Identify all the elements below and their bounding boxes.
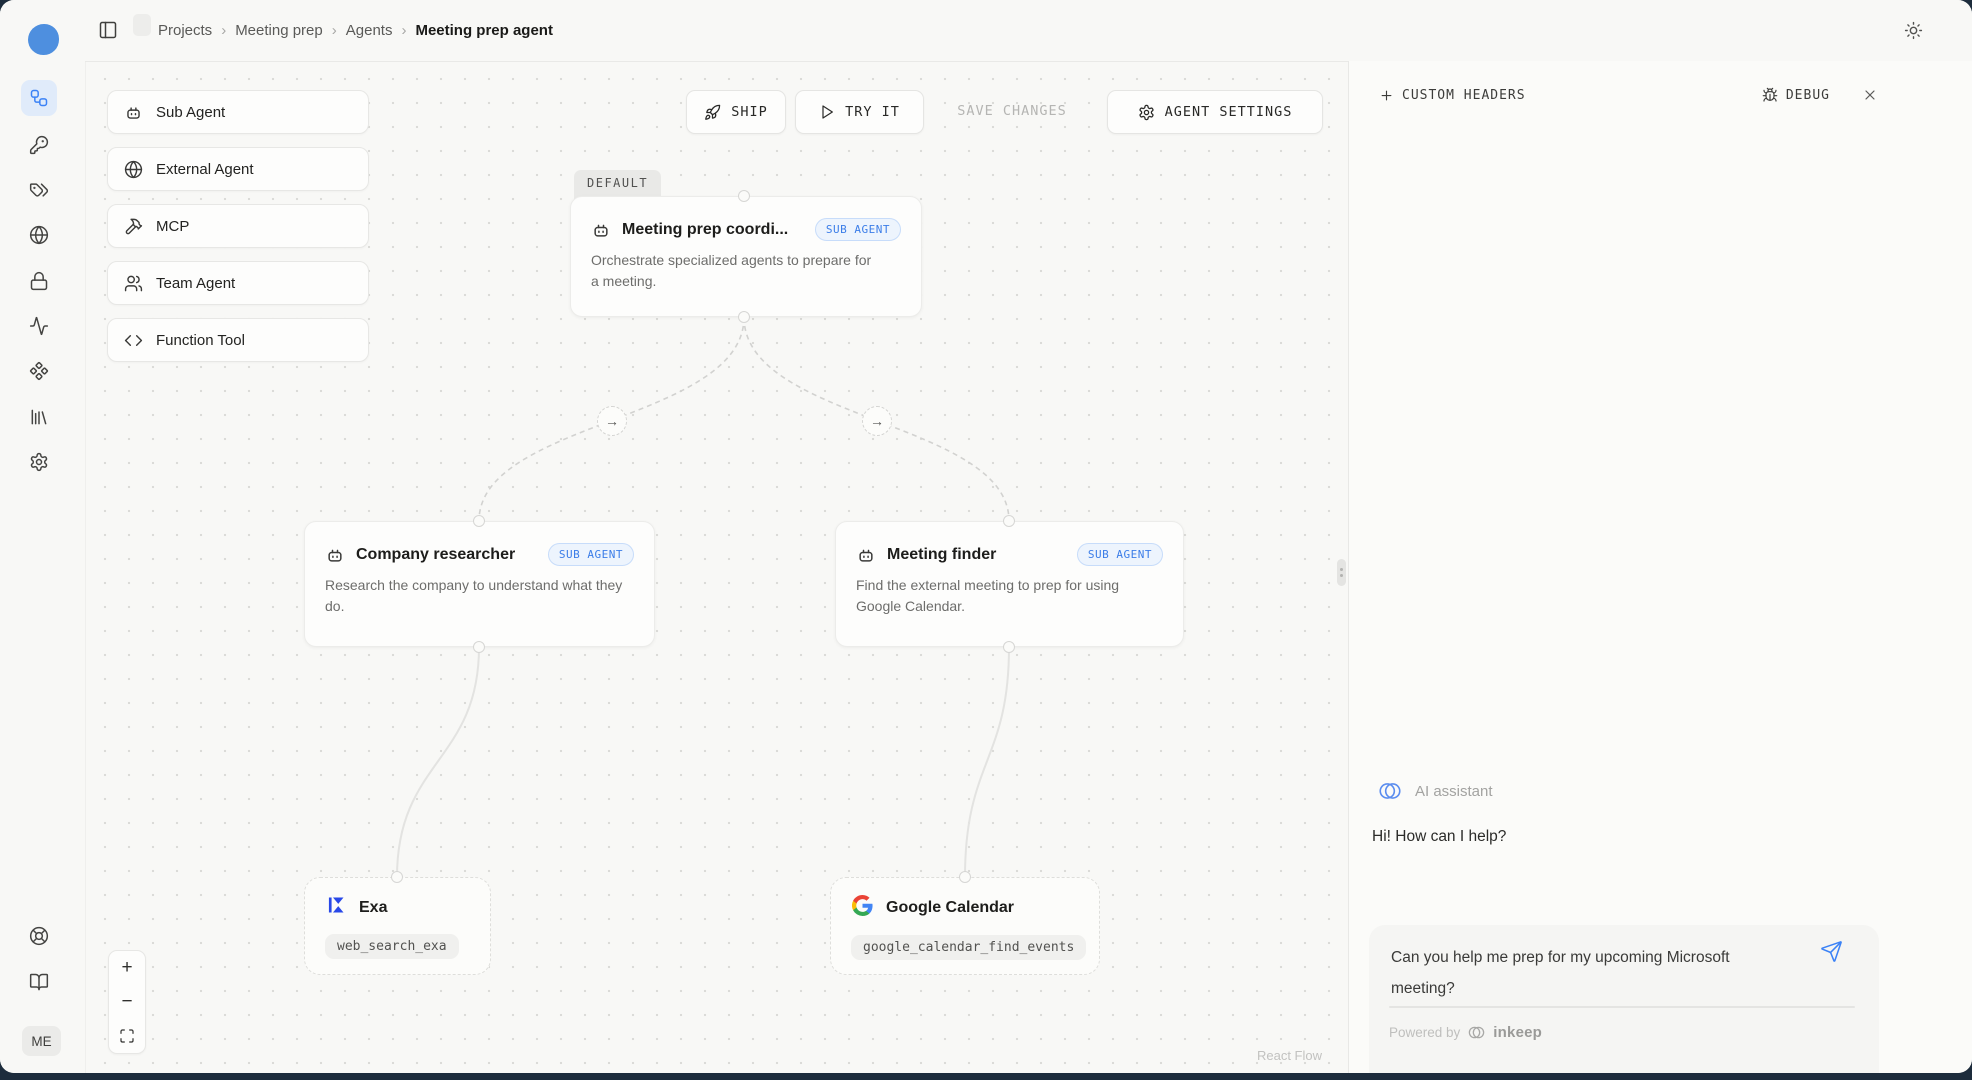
zoom-out-button[interactable]: − — [109, 985, 145, 1019]
components-icon[interactable] — [29, 361, 49, 381]
breadcrumb-current-page: Meeting prep agent — [415, 22, 553, 39]
breadcrumb-placeholder — [133, 14, 151, 36]
powered-by-label: Powered by — [1389, 1025, 1460, 1040]
node-company-researcher[interactable]: Company researcher SUB AGENT Research th… — [304, 521, 655, 647]
chat-input-card: Can you help me prep for my upcoming Mic… — [1369, 925, 1879, 1073]
node-handle[interactable] — [959, 871, 971, 883]
edge-transfer-badge: → — [597, 406, 627, 436]
app-logo[interactable] — [28, 24, 59, 55]
custom-headers-label: CUSTOM HEADERS — [1402, 88, 1526, 103]
life-buoy-icon[interactable] — [29, 926, 49, 946]
breadcrumb-agents[interactable]: Agents — [346, 22, 393, 39]
breadcrumb-projects[interactable]: Projects — [158, 22, 212, 39]
lock-icon[interactable] — [29, 271, 49, 291]
node-title: Meeting prep coordi... — [622, 221, 788, 239]
node-description: Research the company to understand what … — [305, 566, 645, 617]
book-open-icon[interactable] — [29, 972, 49, 992]
node-google-calendar-tool[interactable]: Google Calendar google_calendar_find_eve… — [830, 877, 1100, 975]
bot-icon — [325, 545, 345, 565]
input-divider — [1389, 1006, 1855, 1008]
tags-icon[interactable] — [29, 180, 49, 200]
default-agent-tab: DEFAULT — [574, 170, 661, 199]
bot-icon — [856, 545, 876, 565]
breadcrumb-separator: › — [221, 22, 226, 39]
custom-headers-button[interactable]: CUSTOM HEADERS — [1379, 88, 1526, 103]
node-handle[interactable] — [473, 515, 485, 527]
node-handle[interactable] — [391, 871, 403, 883]
globe-icon[interactable] — [29, 225, 49, 245]
breadcrumb-meeting-prep[interactable]: Meeting prep — [235, 22, 323, 39]
tool-name-pill: google_calendar_find_events — [851, 935, 1086, 960]
right-panel: CUSTOM HEADERS DEBUG AI assistant Hi! Ho… — [1348, 61, 1972, 1073]
arrow-right-icon: → — [870, 413, 884, 429]
key-icon[interactable] — [29, 135, 49, 155]
panel-left-toggle-icon[interactable] — [98, 20, 118, 40]
flow-canvas[interactable]: SHIP TRY IT SAVE CHANGES AGENT SETTINGS … — [85, 61, 1348, 1073]
ai-assistant-logo-icon — [1377, 778, 1403, 804]
top-bar: Projects › Meeting prep › Agents › Meeti… — [85, 0, 1972, 62]
exa-logo-icon — [326, 895, 346, 920]
node-title: Meeting finder — [887, 546, 996, 564]
node-meeting-finder[interactable]: Meeting finder SUB AGENT Find the extern… — [835, 521, 1184, 647]
node-handle[interactable] — [473, 641, 485, 653]
maximize-icon — [119, 1028, 135, 1044]
plus-icon — [1379, 88, 1394, 103]
google-logo-icon — [852, 895, 873, 921]
node-handle[interactable] — [1003, 641, 1015, 653]
debug-label: DEBUG — [1786, 88, 1830, 103]
send-icon[interactable] — [1820, 940, 1843, 963]
node-title: Company researcher — [356, 546, 515, 564]
node-meeting-prep-coordinator[interactable]: Meeting prep coordi... SUB AGENT Orchest… — [570, 196, 922, 317]
activity-icon[interactable] — [29, 316, 49, 336]
sub-agent-badge: SUB AGENT — [815, 218, 901, 241]
inkeep-logo-icon — [1467, 1023, 1486, 1042]
bot-icon — [591, 220, 611, 240]
node-description: Find the external meeting to prep for us… — [836, 566, 1176, 617]
sub-agent-badge: SUB AGENT — [1077, 543, 1163, 566]
breadcrumb: Projects › Meeting prep › Agents › Meeti… — [158, 0, 553, 61]
tool-name-pill: web_search_exa — [325, 934, 459, 959]
node-title: Google Calendar — [886, 899, 1014, 917]
workflow-icon — [29, 88, 49, 108]
sidebar-item-graph[interactable] — [21, 80, 57, 116]
breadcrumb-separator: › — [332, 22, 337, 39]
node-description: Orchestrate specialized agents to prepar… — [571, 241, 901, 292]
library-icon[interactable] — [29, 407, 49, 427]
ai-assistant-name: AI assistant — [1415, 783, 1493, 800]
close-icon[interactable] — [1862, 87, 1878, 103]
debug-button[interactable]: DEBUG — [1762, 87, 1830, 103]
chat-input[interactable]: Can you help me prep for my upcoming Mic… — [1391, 942, 1791, 1004]
inkeep-brand-label[interactable]: inkeep — [1493, 1024, 1542, 1041]
left-rail: ME — [0, 0, 86, 1073]
user-avatar[interactable]: ME — [22, 1026, 61, 1056]
panel-resize-handle[interactable] — [1337, 559, 1346, 586]
bug-icon — [1762, 87, 1778, 103]
node-handle[interactable] — [1003, 515, 1015, 527]
theme-toggle-sun-icon[interactable] — [1904, 21, 1923, 40]
sub-agent-badge: SUB AGENT — [548, 543, 634, 566]
node-handle[interactable] — [738, 190, 750, 202]
breadcrumb-separator: › — [401, 22, 406, 39]
assistant-greeting-message: Hi! How can I help? — [1372, 828, 1506, 846]
node-title: Exa — [359, 899, 387, 917]
zoom-in-button[interactable]: + — [109, 951, 145, 985]
app-window: ME Projects › Meeting prep › Agents › Me… — [0, 0, 1972, 1073]
node-handle[interactable] — [738, 311, 750, 323]
arrow-right-icon: → — [605, 413, 619, 429]
node-exa-tool[interactable]: Exa web_search_exa — [304, 877, 491, 975]
fit-view-button[interactable] — [109, 1019, 145, 1053]
edge-transfer-badge: → — [862, 406, 892, 436]
settings-icon[interactable] — [29, 452, 49, 472]
zoom-controls: + − — [108, 950, 146, 1054]
